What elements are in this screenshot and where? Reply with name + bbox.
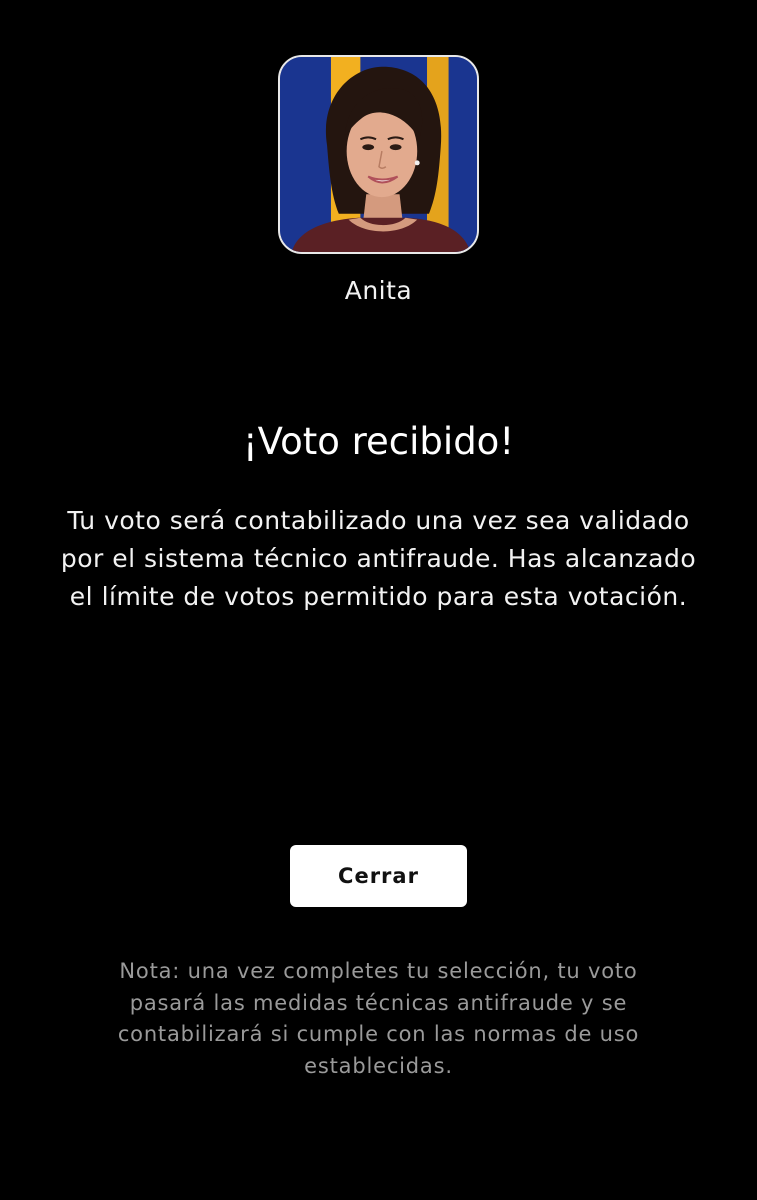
close-button[interactable]: Cerrar xyxy=(290,845,467,907)
contestant-avatar xyxy=(278,55,479,254)
footer-note: Nota: una vez completes tu selección, tu… xyxy=(117,959,640,1078)
contestant-name: Anita xyxy=(344,276,413,305)
contestant-photo xyxy=(280,57,477,252)
confirmation-message: Tu voto será contabilizado una vez sea v… xyxy=(60,506,697,611)
confirmation-title: ¡Voto recibido! xyxy=(242,420,515,463)
